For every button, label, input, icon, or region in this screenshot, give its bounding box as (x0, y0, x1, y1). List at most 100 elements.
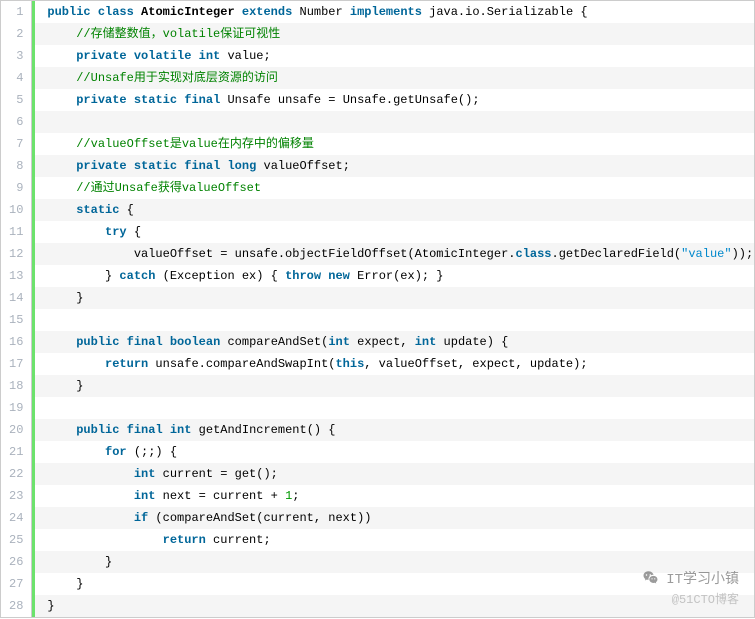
token-kw: final (127, 335, 163, 349)
token-plain (163, 335, 170, 349)
code-line: } (35, 551, 754, 573)
token-str: "value" (681, 247, 731, 261)
token-plain: java.io.Serializable { (422, 5, 588, 19)
code-line (35, 111, 754, 133)
line-number: 20 (1, 419, 31, 441)
code-line: private static final long valueOffset; (35, 155, 754, 177)
code-line: return current; (35, 529, 754, 551)
code-block: 1234567891011121314151617181920212223242… (0, 0, 755, 618)
token-kw: public (76, 423, 119, 437)
token-plain: value; (220, 49, 270, 63)
code-line: int current = get(); (35, 463, 754, 485)
token-kw: public (47, 5, 90, 19)
token-kw: int (134, 467, 156, 481)
token-kw: long (227, 159, 256, 173)
token-kw: new (328, 269, 350, 283)
token-plain (235, 5, 242, 19)
token-kw: catch (119, 269, 155, 283)
code-line: //存储整数值，volatile保证可视性 (35, 23, 754, 45)
token-plain: } (105, 269, 119, 283)
code-line: } (35, 375, 754, 397)
token-plain: unsafe.compareAndSwapInt( (148, 357, 335, 371)
code-line: //通过Unsafe获得valueOffset (35, 177, 754, 199)
line-number: 14 (1, 287, 31, 309)
line-number: 24 (1, 507, 31, 529)
token-kw: final (184, 93, 220, 107)
line-number: 17 (1, 353, 31, 375)
token-plain: )); (732, 247, 754, 261)
code-line: if (compareAndSet(current, next)) (35, 507, 754, 529)
token-kw: volatile (134, 49, 192, 63)
token-kw: if (134, 511, 148, 525)
code-content: public class AtomicInteger extends Numbe… (32, 1, 754, 617)
token-kw: final (127, 423, 163, 437)
token-kw: class (516, 247, 552, 261)
token-plain (119, 335, 126, 349)
token-plain (191, 49, 198, 63)
token-plain: (compareAndSet(current, next)) (148, 511, 371, 525)
token-kw: for (105, 445, 127, 459)
code-line: //valueOffset是value在内存中的偏移量 (35, 133, 754, 155)
line-number: 3 (1, 45, 31, 67)
line-number: 5 (1, 89, 31, 111)
token-plain: .getDeclaredField( (552, 247, 682, 261)
token-kw: int (328, 335, 350, 349)
code-line: public class AtomicInteger extends Numbe… (35, 1, 754, 23)
code-line: } (35, 595, 754, 617)
token-plain (163, 423, 170, 437)
token-kw: return (163, 533, 206, 547)
line-number: 21 (1, 441, 31, 463)
code-line: //Unsafe用于实现对底层资源的访问 (35, 67, 754, 89)
line-number: 16 (1, 331, 31, 353)
token-kw: static (76, 203, 119, 217)
token-kw: extends (242, 5, 292, 19)
code-line: return unsafe.compareAndSwapInt(this, va… (35, 353, 754, 375)
line-number: 19 (1, 397, 31, 419)
line-number: 22 (1, 463, 31, 485)
token-kw: implements (350, 5, 422, 19)
line-number: 4 (1, 67, 31, 89)
token-plain (127, 93, 134, 107)
token-kw: int (134, 489, 156, 503)
token-plain: current; (206, 533, 271, 547)
code-line: static { (35, 199, 754, 221)
token-kw: private (76, 93, 126, 107)
token-plain: } (47, 599, 54, 613)
token-plain: valueOffset; (256, 159, 350, 173)
line-number-gutter: 1234567891011121314151617181920212223242… (1, 1, 32, 617)
token-kw: final (184, 159, 220, 173)
token-kw: int (415, 335, 437, 349)
code-line: public final int getAndIncrement() { (35, 419, 754, 441)
line-number: 12 (1, 243, 31, 265)
token-kw: private (76, 159, 126, 173)
code-line: private static final Unsafe unsafe = Uns… (35, 89, 754, 111)
token-kw: boolean (170, 335, 220, 349)
line-number: 26 (1, 551, 31, 573)
token-plain: } (105, 555, 112, 569)
code-line: } (35, 287, 754, 309)
token-plain: { (119, 203, 133, 217)
token-plain: (;;) { (127, 445, 177, 459)
token-plain: expect, (350, 335, 415, 349)
token-plain: } (76, 291, 83, 305)
line-number: 18 (1, 375, 31, 397)
token-kw: throw (285, 269, 321, 283)
token-plain: valueOffset = unsafe.objectFieldOffset(A… (134, 247, 516, 261)
token-kw: int (170, 423, 192, 437)
token-kw: static (134, 159, 177, 173)
token-cmt: //通过Unsafe获得valueOffset (76, 181, 261, 195)
token-plain: (Exception ex) { (155, 269, 285, 283)
token-kw: this (335, 357, 364, 371)
token-plain: ; (292, 489, 299, 503)
line-number: 25 (1, 529, 31, 551)
token-id: AtomicInteger (141, 5, 235, 19)
token-plain: Error(ex); } (350, 269, 444, 283)
code-line: private volatile int value; (35, 45, 754, 67)
token-plain (127, 159, 134, 173)
line-number: 2 (1, 23, 31, 45)
token-plain: Number (292, 5, 350, 19)
line-number: 23 (1, 485, 31, 507)
code-line: } (35, 573, 754, 595)
token-cmt: //存储整数值，volatile保证可视性 (76, 27, 280, 41)
code-line: valueOffset = unsafe.objectFieldOffset(A… (35, 243, 754, 265)
